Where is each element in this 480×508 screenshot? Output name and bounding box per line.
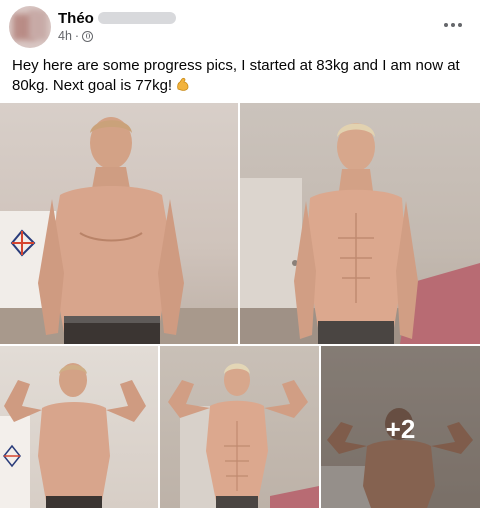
globe-icon[interactable] xyxy=(82,30,94,42)
post-header: Théo 4h · xyxy=(0,0,480,52)
progress-photo-flex-after xyxy=(168,363,319,508)
author-name[interactable]: Théo xyxy=(58,10,94,27)
post-meta: 4h · xyxy=(58,29,94,43)
photo-front-after[interactable] xyxy=(240,103,480,344)
progress-photo-flex-before xyxy=(0,363,146,508)
more-options-icon xyxy=(444,23,448,27)
progress-photo-front-after xyxy=(240,123,480,344)
meta-separator: · xyxy=(74,29,80,43)
author-row: Théo xyxy=(58,9,176,27)
avatar[interactable] xyxy=(9,6,51,48)
more-options-button[interactable] xyxy=(440,14,466,36)
more-photos-count[interactable]: +2 xyxy=(321,414,480,445)
flexed-biceps-icon xyxy=(177,77,189,91)
photo-front-before[interactable] xyxy=(0,103,238,344)
photo-gallery: +2 xyxy=(0,103,480,508)
post-body: Hey here are some progress pics, I start… xyxy=(12,57,460,94)
photo-back[interactable]: +2 xyxy=(321,346,480,508)
post-time[interactable]: 4h xyxy=(58,29,72,43)
progress-photo-front-before xyxy=(0,117,238,344)
redacted-name xyxy=(97,12,176,24)
photo-flex-before[interactable] xyxy=(0,346,158,508)
photo-flex-after[interactable] xyxy=(160,346,319,508)
post-text: Hey here are some progress pics, I start… xyxy=(12,56,470,96)
